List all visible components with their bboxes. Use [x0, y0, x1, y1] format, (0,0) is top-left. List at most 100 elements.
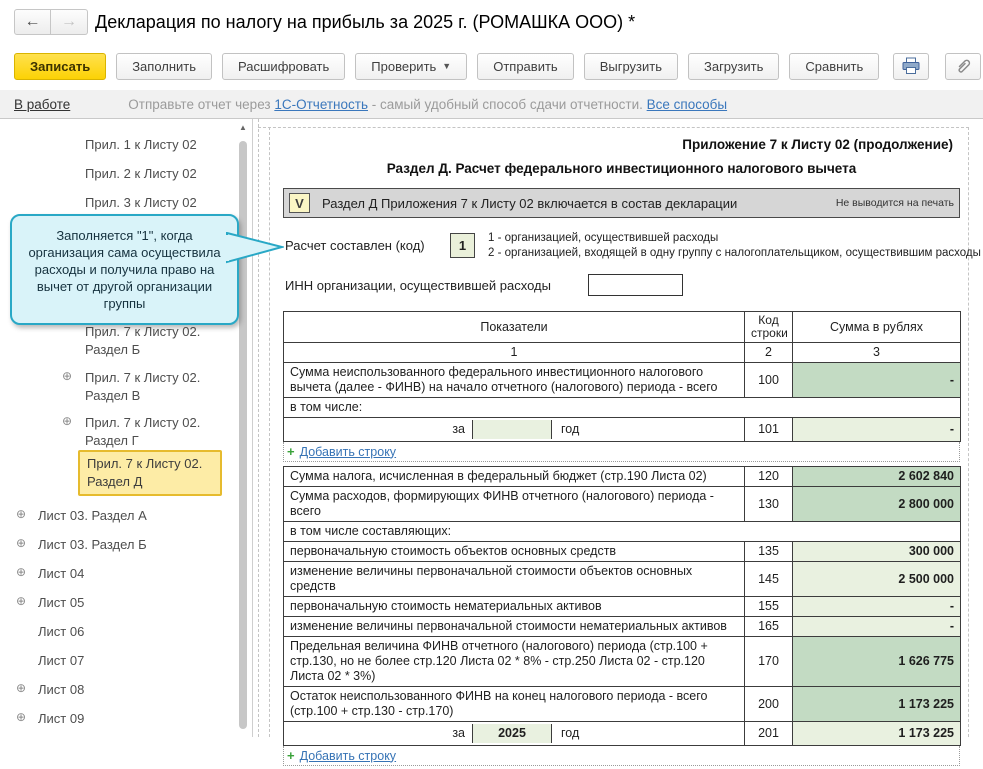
table-row-155: первоначальную стоимость нематериальных … [283, 596, 961, 617]
year-input[interactable]: 2025 [472, 724, 552, 743]
send-button[interactable]: Отправить [477, 52, 574, 80]
sidebar-item-list08[interactable]: Лист 08 [38, 681, 198, 699]
calc-hint-2: 2 - организацией, входящей в одну группу… [488, 247, 981, 259]
row-value[interactable]: - [792, 417, 961, 442]
expand-icon[interactable]: ⊕ [14, 594, 28, 608]
year-suffix: год [561, 422, 580, 436]
save-button[interactable]: Записать [14, 52, 107, 80]
row-code: 100 [744, 362, 793, 398]
sidebar-item-list03-razdel-a[interactable]: Лист 03. Раздел А [38, 507, 198, 525]
appendix-header: Приложение 7 к Листу 02 (продолжение) [682, 137, 953, 152]
export-button[interactable]: Выгрузить [583, 52, 678, 80]
sidebar-scrollbar[interactable]: ▲ [237, 121, 249, 735]
add-row-link[interactable]: Добавить строку [300, 749, 396, 763]
status-message-middle: - самый удобный способ сдачи отчетности. [368, 96, 647, 112]
row-value[interactable]: 2 800 000 [792, 486, 961, 522]
sidebar-item-list04[interactable]: Лист 04 [38, 565, 198, 583]
forward-button[interactable]: → [51, 9, 88, 35]
include-section-bar: V Раздел Д Приложения 7 к Листу 02 включ… [283, 188, 960, 218]
add-row-strip: + Добавить строку [283, 442, 960, 462]
check-button[interactable]: Проверить ▼ [355, 52, 468, 80]
declaration-table: Показатели Код строки Сумма в рублях 1 2… [283, 311, 962, 769]
attach-button[interactable] [945, 52, 982, 80]
page-margin-line [269, 127, 270, 737]
compare-label: Сравнить [805, 58, 864, 74]
expand-icon[interactable]: ⊕ [14, 507, 28, 521]
forward-icon: → [61, 13, 77, 30]
sidebar-item-list09[interactable]: Лист 09 [38, 710, 198, 728]
sidebar-item-list03-razdel-b[interactable]: Лист 03. Раздел Б [38, 536, 198, 554]
row-label: Сумма расходов, формирующих ФИНВ отчетно… [283, 486, 745, 522]
calc-code-input[interactable]: 1 [450, 233, 475, 258]
row-value[interactable]: - [792, 362, 961, 398]
add-row-link[interactable]: Добавить строку [300, 445, 396, 459]
col-header-sum: Сумма в рублях [792, 311, 961, 343]
include-checkbox[interactable]: V [289, 193, 310, 213]
status-link[interactable]: В работе [14, 97, 70, 112]
year-input[interactable] [472, 420, 552, 439]
save-label: Записать [30, 58, 91, 74]
table-group-row: в том числе: [283, 397, 961, 418]
title-bar: ← → Декларация по налогу на прибыль за 2… [0, 0, 983, 46]
sidebar-item-list07[interactable]: Лист 07 [38, 652, 198, 670]
row-value[interactable]: 300 000 [792, 541, 961, 562]
row-value[interactable]: 2 500 000 [792, 561, 961, 597]
sidebar-item-pril7-razdel-b[interactable]: Прил. 7 к Листу 02. Раздел Б [85, 323, 235, 359]
row-label: Сумма неиспользованного федерального инв… [283, 362, 745, 398]
row-value[interactable]: - [792, 596, 961, 617]
group-label: в том числе: [283, 397, 961, 418]
inn-input[interactable] [588, 274, 683, 296]
print-button[interactable] [893, 52, 930, 80]
section-title: Раздел Д. Расчет федерального инвестицио… [386, 161, 857, 176]
chevron-down-icon: ▼ [442, 61, 452, 71]
row-label: первоначальную стоимость объектов основн… [283, 541, 745, 562]
row-code: 135 [744, 541, 793, 562]
report-service-link[interactable]: 1С-Отчетность [274, 97, 368, 112]
compare-button[interactable]: Сравнить [789, 52, 880, 80]
sidebar-item-pril2-list02[interactable]: Прил. 2 к Листу 02 [85, 165, 245, 183]
sidebar-item-pril7-razdel-d-selected[interactable]: Прил. 7 к Листу 02. Раздел Д [78, 450, 222, 496]
sidebar-item-list05[interactable]: Лист 05 [38, 594, 198, 612]
expand-icon[interactable]: ⊕ [60, 369, 74, 383]
expand-icon[interactable]: ⊕ [14, 565, 28, 579]
sidebar-item-pril3-list02[interactable]: Прил. 3 к Листу 02 [85, 194, 245, 212]
expand-icon[interactable]: ⊕ [14, 681, 28, 695]
expand-icon[interactable]: ⊕ [14, 536, 28, 550]
row-value[interactable]: 2 602 840 [792, 466, 961, 487]
sidebar-item-pril7-razdel-v[interactable]: Прил. 7 к Листу 02. Раздел В [85, 369, 235, 405]
scroll-up-icon[interactable]: ▲ [237, 123, 249, 132]
calc-hint-1: 1 - организацией, осуществившей расходы [488, 232, 719, 244]
expand-icon[interactable]: ⊕ [14, 710, 28, 724]
sidebar-item-pril7-razdel-g[interactable]: Прил. 7 к Листу 02. Раздел Г [85, 414, 235, 450]
row-code: 170 [744, 636, 793, 687]
sidebar-item-pril1-list02[interactable]: Прил. 1 к Листу 02 [85, 136, 245, 154]
printer-icon [902, 57, 920, 74]
import-button[interactable]: Загрузить [687, 52, 780, 80]
expand-icon[interactable]: ⊕ [60, 414, 74, 428]
row-value[interactable]: 1 626 775 [792, 636, 961, 687]
decipher-button[interactable]: Расшифровать [222, 52, 346, 80]
row-value[interactable]: 1 173 225 [792, 721, 961, 746]
row-label: Остаток неиспользованного ФИНВ на конец … [283, 686, 745, 722]
status-bar: В работе Отправьте отчет через 1С-Отчетн… [0, 90, 983, 118]
row-label: изменение величины первоначальной стоимо… [283, 616, 745, 637]
row-label: Сумма налога, исчисленная в федеральный … [283, 466, 745, 487]
sidebar-item-list06[interactable]: Лист 06 [38, 623, 198, 641]
table-row-170: Предельная величина ФИНВ отчетного (нало… [283, 636, 961, 687]
toolbar: Записать Заполнить Расшифровать Проверит… [14, 52, 983, 80]
group-label: в том числе составляющих: [283, 521, 961, 542]
paperclip-icon [958, 59, 971, 73]
row-code: 201 [744, 721, 793, 746]
scrollbar-thumb[interactable] [239, 141, 247, 729]
back-button[interactable]: ← [14, 9, 51, 35]
year-prefix: за [452, 422, 465, 436]
all-methods-link[interactable]: Все способы [647, 97, 727, 112]
row-value[interactable]: - [792, 616, 961, 637]
row-value[interactable]: 1 173 225 [792, 686, 961, 722]
fill-button[interactable]: Заполнить [116, 52, 213, 80]
table-row-100: Сумма неиспользованного федерального инв… [283, 362, 961, 398]
add-row-strip: + Добавить строку [283, 746, 960, 766]
print-note: Не выводится на печать [835, 197, 954, 209]
table-row-201: за 2025 год 201 1 173 225 [283, 721, 961, 746]
form-panel: Приложение 7 к Листу 02 (продолжение) Ра… [253, 119, 983, 766]
